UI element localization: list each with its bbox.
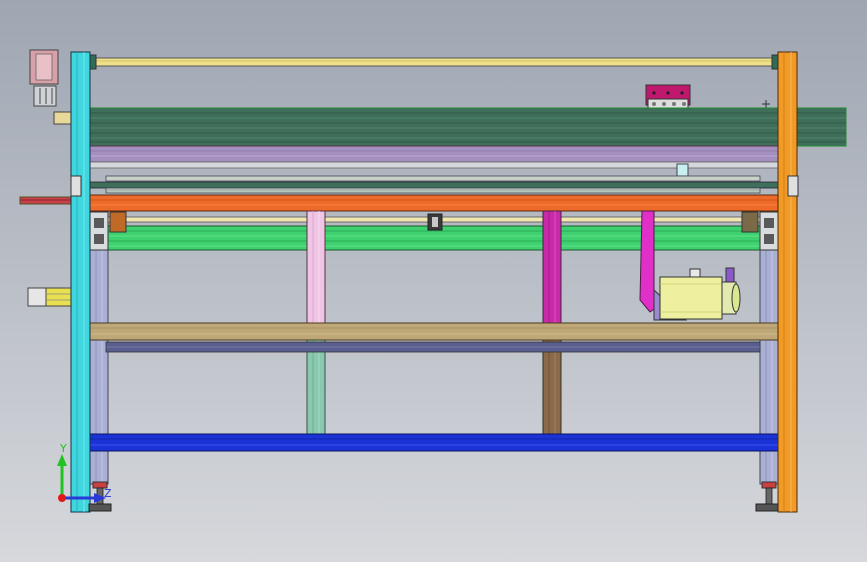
- triad-y-label: Y: [59, 442, 67, 455]
- brown-post: [542, 339, 562, 435]
- triad-z-label: Z: [104, 487, 112, 500]
- right-foot: [755, 481, 779, 512]
- left-rod-stub: [19, 196, 73, 205]
- tan-beam: [87, 322, 779, 341]
- right-post-clamp: [787, 175, 799, 197]
- left-profile-stub: [27, 287, 73, 307]
- top-left-grey-clamp: [33, 85, 57, 107]
- green-top-beam: [87, 107, 847, 147]
- top-left-tan-stub: [53, 111, 73, 125]
- triad-origin: [58, 494, 66, 502]
- middle-rails: [77, 175, 783, 194]
- pink-post: [306, 210, 326, 324]
- cad-viewport[interactable]: Y Z: [0, 0, 867, 562]
- purple-beam: [87, 145, 779, 169]
- orange-beam: [87, 194, 779, 212]
- teal-post: [306, 339, 326, 435]
- small-cyan-block: [676, 163, 689, 177]
- top-magenta-bracket: [645, 84, 691, 110]
- magenta-post: [542, 210, 562, 324]
- triad-y-arrow: [57, 454, 67, 466]
- blue-beam: [87, 433, 779, 452]
- right-post: [777, 51, 799, 513]
- assembly-drawing: Y Z: [19, 49, 847, 513]
- left-post-clamp: [70, 175, 82, 197]
- top-left-pink-block-inner: [35, 53, 53, 81]
- left-post: [70, 51, 91, 513]
- top-left-bracket: [29, 49, 73, 125]
- motor-body: [659, 276, 723, 320]
- motor-connector: [689, 268, 701, 278]
- top-rod: [85, 54, 783, 70]
- motor-encoder: [725, 267, 735, 283]
